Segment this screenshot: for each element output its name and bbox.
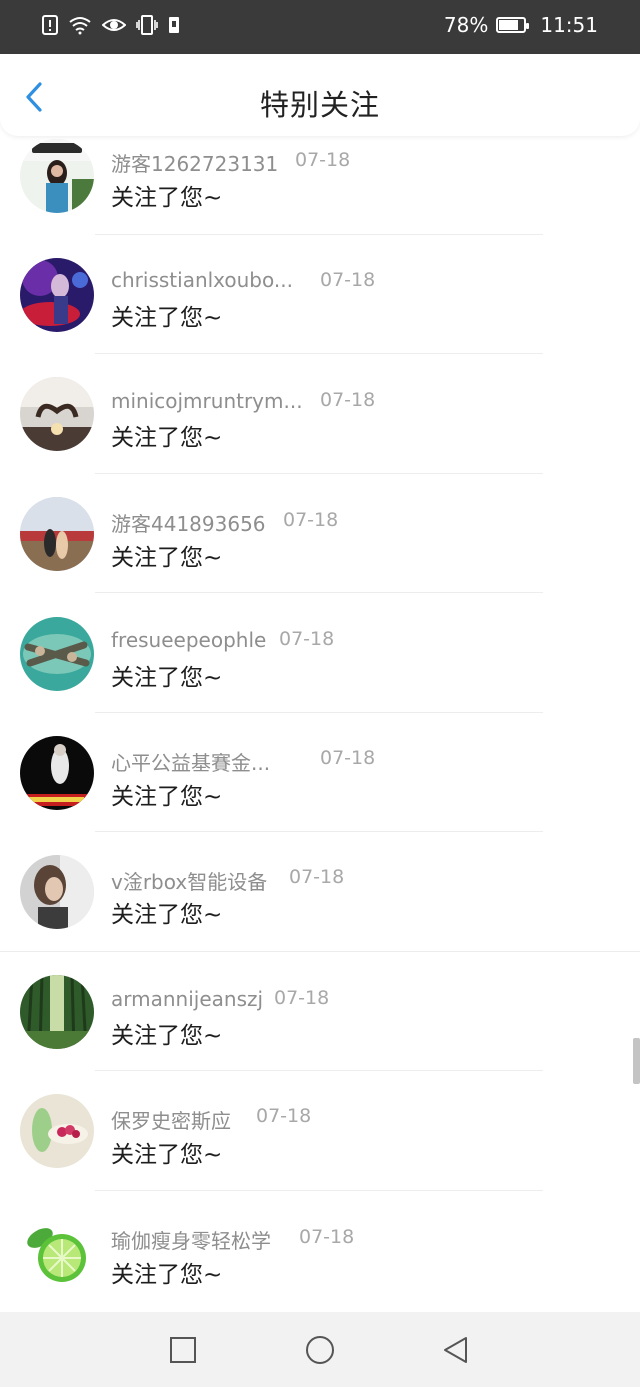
page-title: 特别关注 [259, 88, 380, 122]
list-item[interactable]: 瑜伽瘦身零轻松学 07-18 关注了您~ [0, 1211, 640, 1312]
avatar[interactable] [20, 377, 94, 451]
scrollbar-thumb[interactable] [633, 1038, 640, 1084]
follow-date: 07-18 [274, 987, 330, 1009]
avatar[interactable] [20, 1214, 94, 1288]
follow-message: 关注了您~ [111, 1262, 223, 1288]
vibrate-icon [136, 15, 158, 35]
list-item[interactable]: chrisstianlxoubo... 07-18 关注了您~ [0, 255, 640, 374]
divider [95, 1190, 543, 1191]
status-bar: 78% 11:51 [0, 0, 640, 54]
divider [0, 951, 640, 952]
eye-icon [102, 19, 126, 31]
follow-date: 07-18 [256, 1105, 312, 1127]
alert-icon [42, 15, 58, 35]
list-item[interactable]: armannijeanszj 07-18 关注了您~ [0, 972, 640, 1091]
follow-date: 07-18 [320, 389, 376, 411]
follow-message: 关注了您~ [111, 305, 223, 331]
follow-message: 关注了您~ [111, 185, 223, 211]
avatar[interactable] [20, 855, 94, 929]
follow-message: 关注了您~ [111, 425, 223, 451]
list-item[interactable]: 心平公益基賽金... 07-18 关注了您~ [0, 733, 640, 852]
user-name[interactable]: armannijeanszj [111, 987, 263, 1011]
user-name[interactable]: 游客441893656 [111, 508, 266, 537]
avatar[interactable] [20, 497, 94, 571]
follow-date: 07-18 [320, 269, 376, 291]
divider [95, 592, 543, 593]
list-item[interactable]: 游客1262723131 07-18 关注了您~ [0, 136, 640, 255]
list-item[interactable]: fresueepeophle 07-18 关注了您~ [0, 613, 640, 732]
divider [95, 831, 543, 832]
battery-percent: 78% [443, 13, 489, 37]
battery-icon [496, 17, 530, 33]
user-name[interactable]: 保罗史密斯应 [111, 1105, 231, 1134]
list-item[interactable]: v淦rbox智能设备 07-18 关注了您~ [0, 852, 640, 971]
user-name[interactable]: fresueepeophle [111, 628, 266, 652]
wifi-icon [69, 17, 91, 35]
back-icon [444, 1337, 467, 1363]
avatar[interactable] [20, 1094, 94, 1168]
list-item[interactable]: 保罗史密斯应 07-18 关注了您~ [0, 1091, 640, 1210]
list-item[interactable]: 游客441893656 07-18 关注了您~ [0, 494, 640, 613]
home-icon [306, 1336, 334, 1364]
follower-list[interactable]: 游客1262723131 07-18 关注了您~ chrisstianlxoub… [0, 136, 640, 1312]
sim-icon [169, 17, 179, 33]
follow-date: 07-18 [295, 149, 351, 171]
recent-apps-icon [170, 1337, 196, 1363]
user-name[interactable]: chrisstianlxoubo... [111, 268, 293, 292]
user-name[interactable]: minicojmruntrym... [111, 389, 303, 413]
follow-message: 关注了您~ [111, 665, 223, 691]
user-name[interactable]: 游客1262723131 [111, 148, 278, 177]
home-button[interactable] [304, 1334, 336, 1366]
avatar[interactable] [20, 139, 94, 213]
divider [95, 473, 543, 474]
list-item[interactable]: minicojmruntrym... 07-18 关注了您~ [0, 374, 640, 493]
follow-date: 07-18 [279, 628, 335, 650]
clock: 11:51 [540, 13, 598, 37]
avatar[interactable] [20, 736, 94, 810]
divider [95, 712, 543, 713]
divider [95, 353, 543, 354]
follow-message: 关注了您~ [111, 545, 223, 571]
divider [95, 234, 543, 235]
system-nav-bar [0, 1312, 640, 1387]
follow-message: 关注了您~ [111, 1023, 223, 1049]
user-name[interactable]: v淦rbox智能设备 [111, 866, 267, 895]
divider [95, 1070, 543, 1071]
follow-date: 07-18 [320, 747, 376, 769]
recent-apps-button[interactable] [167, 1334, 199, 1366]
follow-message: 关注了您~ [111, 902, 223, 928]
avatar[interactable] [20, 617, 94, 691]
system-back-button[interactable] [440, 1334, 472, 1366]
follow-message: 关注了您~ [111, 1142, 223, 1168]
user-name[interactable]: 心平公益基賽金... [111, 747, 270, 776]
follow-date: 07-18 [299, 1226, 355, 1248]
app-header: 特别关注 [0, 54, 640, 136]
follow-date: 07-18 [289, 866, 345, 888]
user-name[interactable]: 瑜伽瘦身零轻松学 [111, 1225, 271, 1254]
avatar[interactable] [20, 975, 94, 1049]
avatar[interactable] [20, 258, 94, 332]
follow-message: 关注了您~ [111, 784, 223, 810]
follow-date: 07-18 [283, 509, 339, 531]
